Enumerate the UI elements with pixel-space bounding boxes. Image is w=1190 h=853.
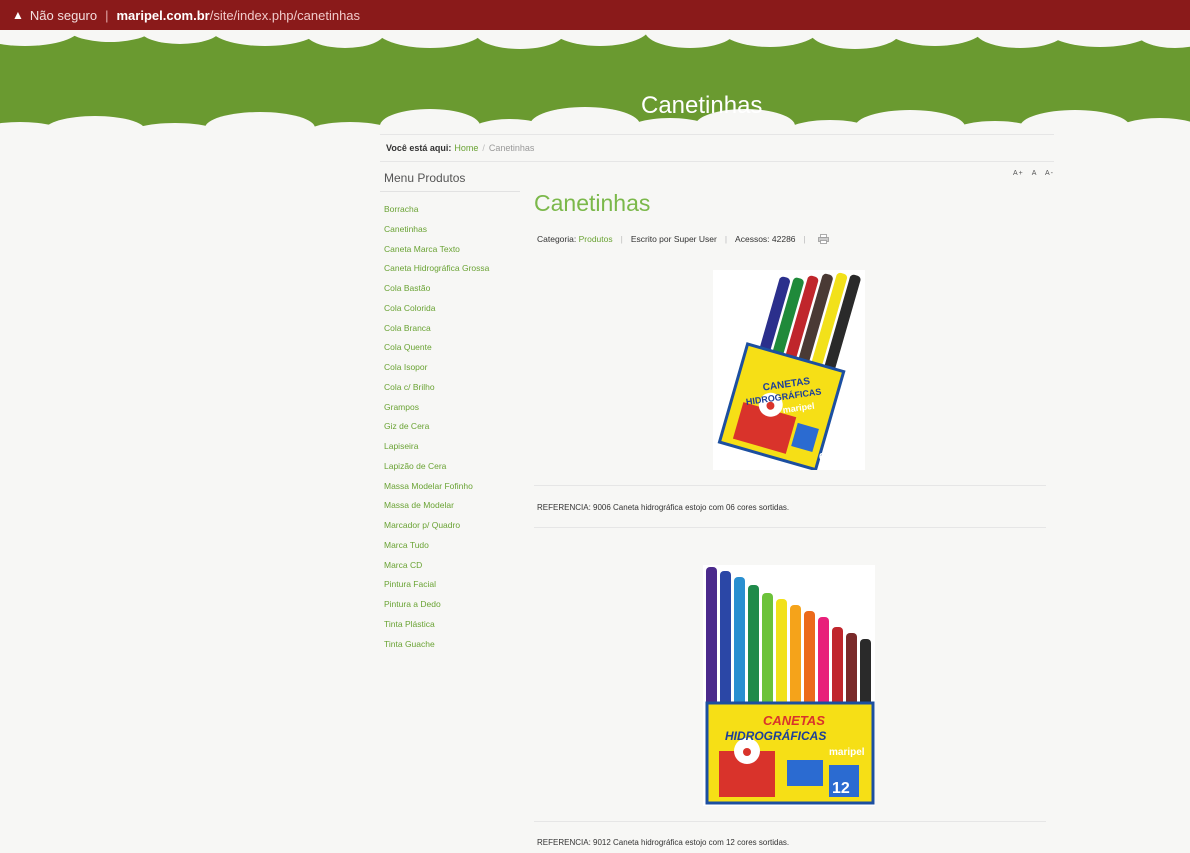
- breadcrumb-current: Canetinhas: [488, 143, 535, 153]
- category-link[interactable]: Produtos: [579, 234, 613, 244]
- category-label: Categoria:: [537, 234, 577, 244]
- breadcrumb-label: Você está aqui:: [386, 143, 452, 153]
- font-decrease-button[interactable]: A-: [1045, 170, 1054, 177]
- meta-separator: |: [620, 234, 623, 244]
- breadcrumb-home-link[interactable]: Home: [454, 143, 478, 153]
- sidebar-link[interactable]: Cola Bastão: [384, 283, 430, 293]
- sidebar-item-giz-de-cera: Giz de Cera: [384, 417, 489, 437]
- address-bar[interactable]: ▲ Não seguro | maripel.com.br/site/index…: [0, 0, 1190, 30]
- sidebar-menu: Borracha Canetinhas Caneta Marca Texto C…: [384, 200, 489, 654]
- sidebar-link[interactable]: Cola Branca: [384, 323, 431, 333]
- count-text: 12: [832, 780, 850, 797]
- font-increase-button[interactable]: A+: [1013, 170, 1024, 177]
- author-text: Escrito por Super User: [630, 234, 717, 244]
- sidebar-link[interactable]: Marca Tudo: [384, 540, 429, 550]
- divider: [534, 527, 1046, 528]
- sidebar-item-cola-brilho: Cola c/ Brilho: [384, 378, 489, 398]
- meta-separator: |: [803, 234, 806, 244]
- sidebar-item-borracha: Borracha: [384, 200, 489, 220]
- sidebar-item-caneta-marca-texto: Caneta Marca Texto: [384, 240, 489, 260]
- sidebar-item-cola-bastao: Cola Bastão: [384, 279, 489, 299]
- sidebar-item-pintura-a-dedo: Pintura a Dedo: [384, 595, 489, 615]
- font-reset-button[interactable]: A: [1032, 170, 1037, 177]
- meta-separator: |: [724, 234, 728, 244]
- banner-clouds: [0, 30, 1190, 135]
- sidebar-item-cola-isopor: Cola Isopor: [384, 358, 489, 378]
- sidebar-item-canetinhas: Canetinhas: [384, 220, 489, 240]
- sidebar-item-marca-tudo: Marca Tudo: [384, 536, 489, 556]
- banner-title: Canetinhas: [641, 92, 763, 119]
- sidebar-link[interactable]: Marca CD: [384, 560, 422, 570]
- article-title: Canetinhas: [534, 190, 651, 216]
- box-text-1: CANETAS: [763, 713, 825, 728]
- sidebar-link[interactable]: Caneta Marca Texto: [384, 244, 460, 254]
- sidebar-title: Menu Produtos: [384, 171, 466, 185]
- sidebar-link[interactable]: Massa de Modelar: [384, 500, 454, 510]
- sidebar-item-pintura-facial: Pintura Facial: [384, 575, 489, 595]
- sidebar-item-massa-modelar-fofinho: Massa Modelar Fofinho: [384, 477, 489, 497]
- reference-9012: REFERENCIA: 9012 Caneta hidrográfica est…: [537, 838, 790, 847]
- sidebar-link[interactable]: Pintura a Dedo: [384, 599, 441, 609]
- sidebar-link[interactable]: Tinta Plástica: [384, 619, 435, 629]
- sidebar-item-marcador-quadro: Marcador p/ Quadro: [384, 516, 489, 536]
- font-size-controls: A+ A A-: [1008, 170, 1054, 177]
- sidebar-item-massa-de-modelar: Massa de Modelar: [384, 496, 489, 516]
- product-image-9006: CANETAS HIDROGRÁFICAS maripel 6: [713, 270, 865, 470]
- sidebar-link[interactable]: Massa Modelar Fofinho: [384, 481, 473, 491]
- sidebar-item-tinta-guache: Tinta Guache: [384, 635, 489, 655]
- warning-icon[interactable]: ▲: [12, 8, 24, 22]
- sidebar-item-caneta-hidrografica-grossa: Caneta Hidrográfica Grossa: [384, 259, 489, 279]
- sidebar-item-lapiseira: Lapiseira: [384, 437, 489, 457]
- breadcrumb: Você está aqui: Home / Canetinhas: [380, 134, 1054, 162]
- sidebar-item-tinta-plastica: Tinta Plástica: [384, 615, 489, 635]
- box-text-2: HIDROGRÁFICAS: [725, 728, 826, 743]
- sidebar-link[interactable]: Canetinhas: [384, 224, 427, 234]
- sidebar-item-grampos: Grampos: [384, 398, 489, 418]
- sidebar-link[interactable]: Cola Colorida: [384, 303, 436, 313]
- sidebar-item-cola-branca: Cola Branca: [384, 319, 489, 339]
- url-path[interactable]: /site/index.php/canetinhas: [210, 8, 360, 23]
- brand-text: maripel: [829, 747, 865, 758]
- sidebar-link[interactable]: Cola Quente: [384, 342, 432, 352]
- sidebar-link[interactable]: Cola Isopor: [384, 362, 427, 372]
- count-text: 6: [819, 452, 825, 463]
- address-separator: |: [105, 7, 109, 23]
- divider: [534, 821, 1046, 822]
- sidebar-link[interactable]: Grampos: [384, 402, 419, 412]
- sidebar-link[interactable]: Borracha: [384, 204, 419, 214]
- sidebar-link[interactable]: Marcador p/ Quadro: [384, 520, 460, 530]
- sidebar-item-lapizao-de-cera: Lapizão de Cera: [384, 457, 489, 477]
- sidebar-link[interactable]: Lapiseira: [384, 441, 419, 451]
- product-image-9012: CANETAS HIDROGRÁFICAS maripel 12: [703, 565, 875, 806]
- sidebar-link[interactable]: Tinta Guache: [384, 639, 435, 649]
- sidebar-link[interactable]: Giz de Cera: [384, 421, 429, 431]
- sidebar-item-cola-colorida: Cola Colorida: [384, 299, 489, 319]
- sidebar-link[interactable]: Pintura Facial: [384, 579, 436, 589]
- divider: [534, 485, 1046, 486]
- url-domain[interactable]: maripel.com.br: [117, 8, 210, 23]
- security-label[interactable]: Não seguro: [30, 8, 97, 23]
- sidebar-link[interactable]: Caneta Hidrográfica Grossa: [384, 263, 489, 273]
- header-banner: Canetinhas: [0, 30, 1190, 135]
- sidebar-link[interactable]: Lapizão de Cera: [384, 461, 446, 471]
- article-meta: Categoria: Produtos | Escrito por Super …: [537, 234, 829, 244]
- sidebar-item-cola-quente: Cola Quente: [384, 338, 489, 358]
- pens-group: [706, 567, 871, 709]
- sidebar-item-marca-cd: Marca CD: [384, 556, 489, 576]
- hits-text: Acessos: 42286: [735, 234, 796, 244]
- reference-9006: REFERENCIA: 9006 Caneta hidrográfica est…: [537, 503, 790, 512]
- print-icon[interactable]: [817, 234, 829, 244]
- breadcrumb-separator: /: [482, 143, 485, 153]
- sidebar-link[interactable]: Cola c/ Brilho: [384, 382, 435, 392]
- sidebar-divider: [380, 191, 520, 192]
